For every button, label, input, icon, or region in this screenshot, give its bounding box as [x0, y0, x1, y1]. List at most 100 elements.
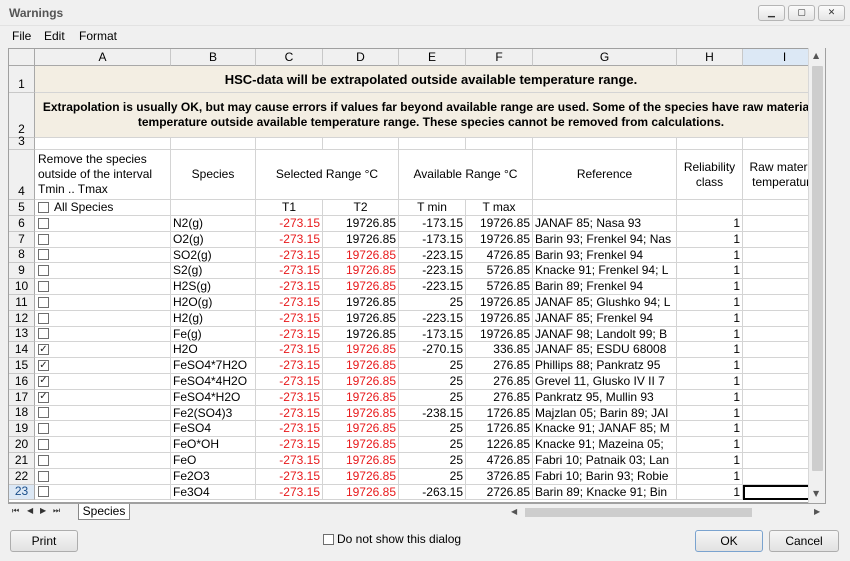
remove-species-cell[interactable] — [35, 310, 171, 327]
t2-cell[interactable]: 19726.85 — [323, 295, 399, 311]
remove-species-cell[interactable] — [35, 484, 171, 501]
remove-species-cell[interactable]: ✓ — [35, 374, 171, 390]
tmin-cell[interactable]: -173.15 — [399, 231, 466, 248]
remove-species-checkbox[interactable] — [38, 470, 49, 482]
empty-cell[interactable] — [323, 138, 399, 150]
t1-cell[interactable]: -273.15 — [256, 389, 323, 406]
empty-cell[interactable] — [533, 200, 677, 216]
remove-species-checkbox[interactable] — [38, 281, 49, 293]
remove-species-cell[interactable]: ✓ — [35, 389, 171, 406]
t2-cell[interactable]: 19726.85 — [323, 310, 399, 327]
tmin-cell[interactable]: -223.15 — [399, 263, 466, 280]
print-button[interactable]: Print — [10, 530, 78, 552]
reference-cell[interactable]: JANAF 85; Glushko 94; L — [533, 295, 677, 311]
horizontal-scrollbar[interactable]: ◀ ▶ — [508, 505, 826, 520]
reference-cell[interactable]: Barin 89; Knacke 91; Bin — [533, 484, 677, 501]
empty-cell[interactable] — [533, 138, 677, 150]
reliability-cell[interactable]: 1 — [677, 405, 743, 422]
remove-species-cell[interactable]: ✓ — [35, 358, 171, 374]
row-header[interactable]: 5 — [9, 200, 35, 216]
tmax-cell[interactable]: 4726.85 — [466, 453, 533, 469]
t1-cell[interactable]: -273.15 — [256, 358, 323, 374]
tmax-cell[interactable]: 3726.85 — [466, 468, 533, 485]
empty-cell[interactable] — [171, 200, 256, 216]
remove-species-checkbox[interactable]: ✓ — [38, 391, 49, 403]
t1-cell[interactable]: -273.15 — [256, 437, 323, 453]
tmax-cell[interactable]: 5726.85 — [466, 263, 533, 280]
all-species-cell[interactable]: All Species — [35, 200, 171, 216]
reference-cell[interactable]: JANAF 98; Landolt 99; B — [533, 326, 677, 343]
empty-cell[interactable] — [256, 138, 323, 150]
column-header-f[interactable]: F — [466, 49, 533, 66]
dont-show-checkbox[interactable] — [323, 533, 334, 545]
tmax-cell[interactable]: 276.85 — [466, 374, 533, 390]
row-header[interactable]: 22 — [9, 469, 35, 485]
tmin-cell[interactable]: -263.15 — [399, 484, 466, 501]
remove-species-cell[interactable] — [35, 263, 171, 280]
reliability-cell[interactable]: 1 — [677, 374, 743, 390]
ok-button[interactable]: OK — [695, 530, 763, 552]
tmin-cell[interactable]: 25 — [399, 421, 466, 438]
remove-species-checkbox[interactable] — [38, 217, 49, 229]
row-header[interactable]: 16 — [9, 374, 35, 390]
t1-cell[interactable]: -273.15 — [256, 405, 323, 422]
remove-species-cell[interactable] — [35, 421, 171, 438]
tmax-cell[interactable]: 19726.85 — [466, 231, 533, 248]
species-cell[interactable]: H2O — [171, 342, 256, 359]
tmax-cell[interactable]: 19726.85 — [466, 310, 533, 327]
reference-cell[interactable]: JANAF 85; Nasa 93 — [533, 216, 677, 232]
reliability-cell[interactable]: 1 — [677, 279, 743, 295]
t2-cell[interactable]: 19726.85 — [323, 216, 399, 232]
tmax-cell[interactable]: 336.85 — [466, 342, 533, 359]
close-button[interactable]: ✕ — [818, 5, 845, 21]
next-sheet-icon[interactable]: ▶ — [40, 506, 46, 515]
t1-cell[interactable]: -273.15 — [256, 326, 323, 343]
tmax-cell[interactable]: 276.85 — [466, 358, 533, 374]
row-header[interactable]: 14 — [9, 342, 35, 359]
remove-species-checkbox[interactable] — [38, 486, 49, 498]
dont-show-option[interactable]: Do not show this dialog — [323, 532, 461, 546]
remove-species-checkbox[interactable] — [38, 328, 49, 340]
reliability-cell[interactable]: 1 — [677, 310, 743, 327]
row-header[interactable]: 7 — [9, 232, 35, 248]
species-cell[interactable]: H2(g) — [171, 310, 256, 327]
menu-edit[interactable]: Edit — [44, 29, 65, 43]
reliability-cell[interactable]: 1 — [677, 342, 743, 359]
reliability-cell[interactable]: 1 — [677, 389, 743, 406]
species-cell[interactable]: O2(g) — [171, 231, 256, 248]
empty-cell[interactable] — [466, 138, 533, 150]
t2-cell[interactable]: 19726.85 — [323, 342, 399, 359]
t1-cell[interactable]: -273.15 — [256, 453, 323, 469]
species-cell[interactable]: FeO — [171, 453, 256, 469]
t2-cell[interactable]: 19726.85 — [323, 326, 399, 343]
row-header[interactable]: 10 — [9, 279, 35, 295]
remove-species-cell[interactable] — [35, 279, 171, 295]
remove-species-checkbox[interactable] — [38, 296, 49, 308]
t2-cell[interactable]: 19726.85 — [323, 231, 399, 248]
reliability-cell[interactable]: 1 — [677, 468, 743, 485]
column-header-c[interactable]: C — [256, 49, 323, 66]
column-header-b[interactable]: B — [171, 49, 256, 66]
species-cell[interactable]: Fe2O3 — [171, 468, 256, 485]
column-header-d[interactable]: D — [323, 49, 399, 66]
species-cell[interactable]: FeSO4*7H2O — [171, 358, 256, 374]
select-all-corner[interactable] — [9, 49, 35, 66]
cancel-button[interactable]: Cancel — [769, 530, 839, 552]
tmax-cell[interactable]: 5726.85 — [466, 279, 533, 295]
row-header[interactable]: 4 — [9, 150, 35, 200]
empty-cell[interactable] — [677, 200, 743, 216]
row-header[interactable]: 12 — [9, 311, 35, 327]
menu-format[interactable]: Format — [79, 29, 117, 43]
remove-species-cell[interactable] — [35, 326, 171, 343]
tmin-cell[interactable]: 25 — [399, 437, 466, 453]
t1-cell[interactable]: -273.15 — [256, 279, 323, 295]
reference-cell[interactable]: Knacke 91; JANAF 85; M — [533, 421, 677, 438]
species-cell[interactable]: Fe3O4 — [171, 484, 256, 501]
species-cell[interactable]: FeSO4 — [171, 421, 256, 438]
scroll-down-icon[interactable]: ▼ — [813, 489, 819, 498]
horizontal-scroll-thumb[interactable] — [525, 508, 752, 517]
tmax-cell[interactable]: 19726.85 — [466, 295, 533, 311]
reference-cell[interactable]: Barin 93; Frenkel 94; Nas — [533, 231, 677, 248]
tmin-cell[interactable]: 25 — [399, 389, 466, 406]
reliability-cell[interactable]: 1 — [677, 421, 743, 438]
